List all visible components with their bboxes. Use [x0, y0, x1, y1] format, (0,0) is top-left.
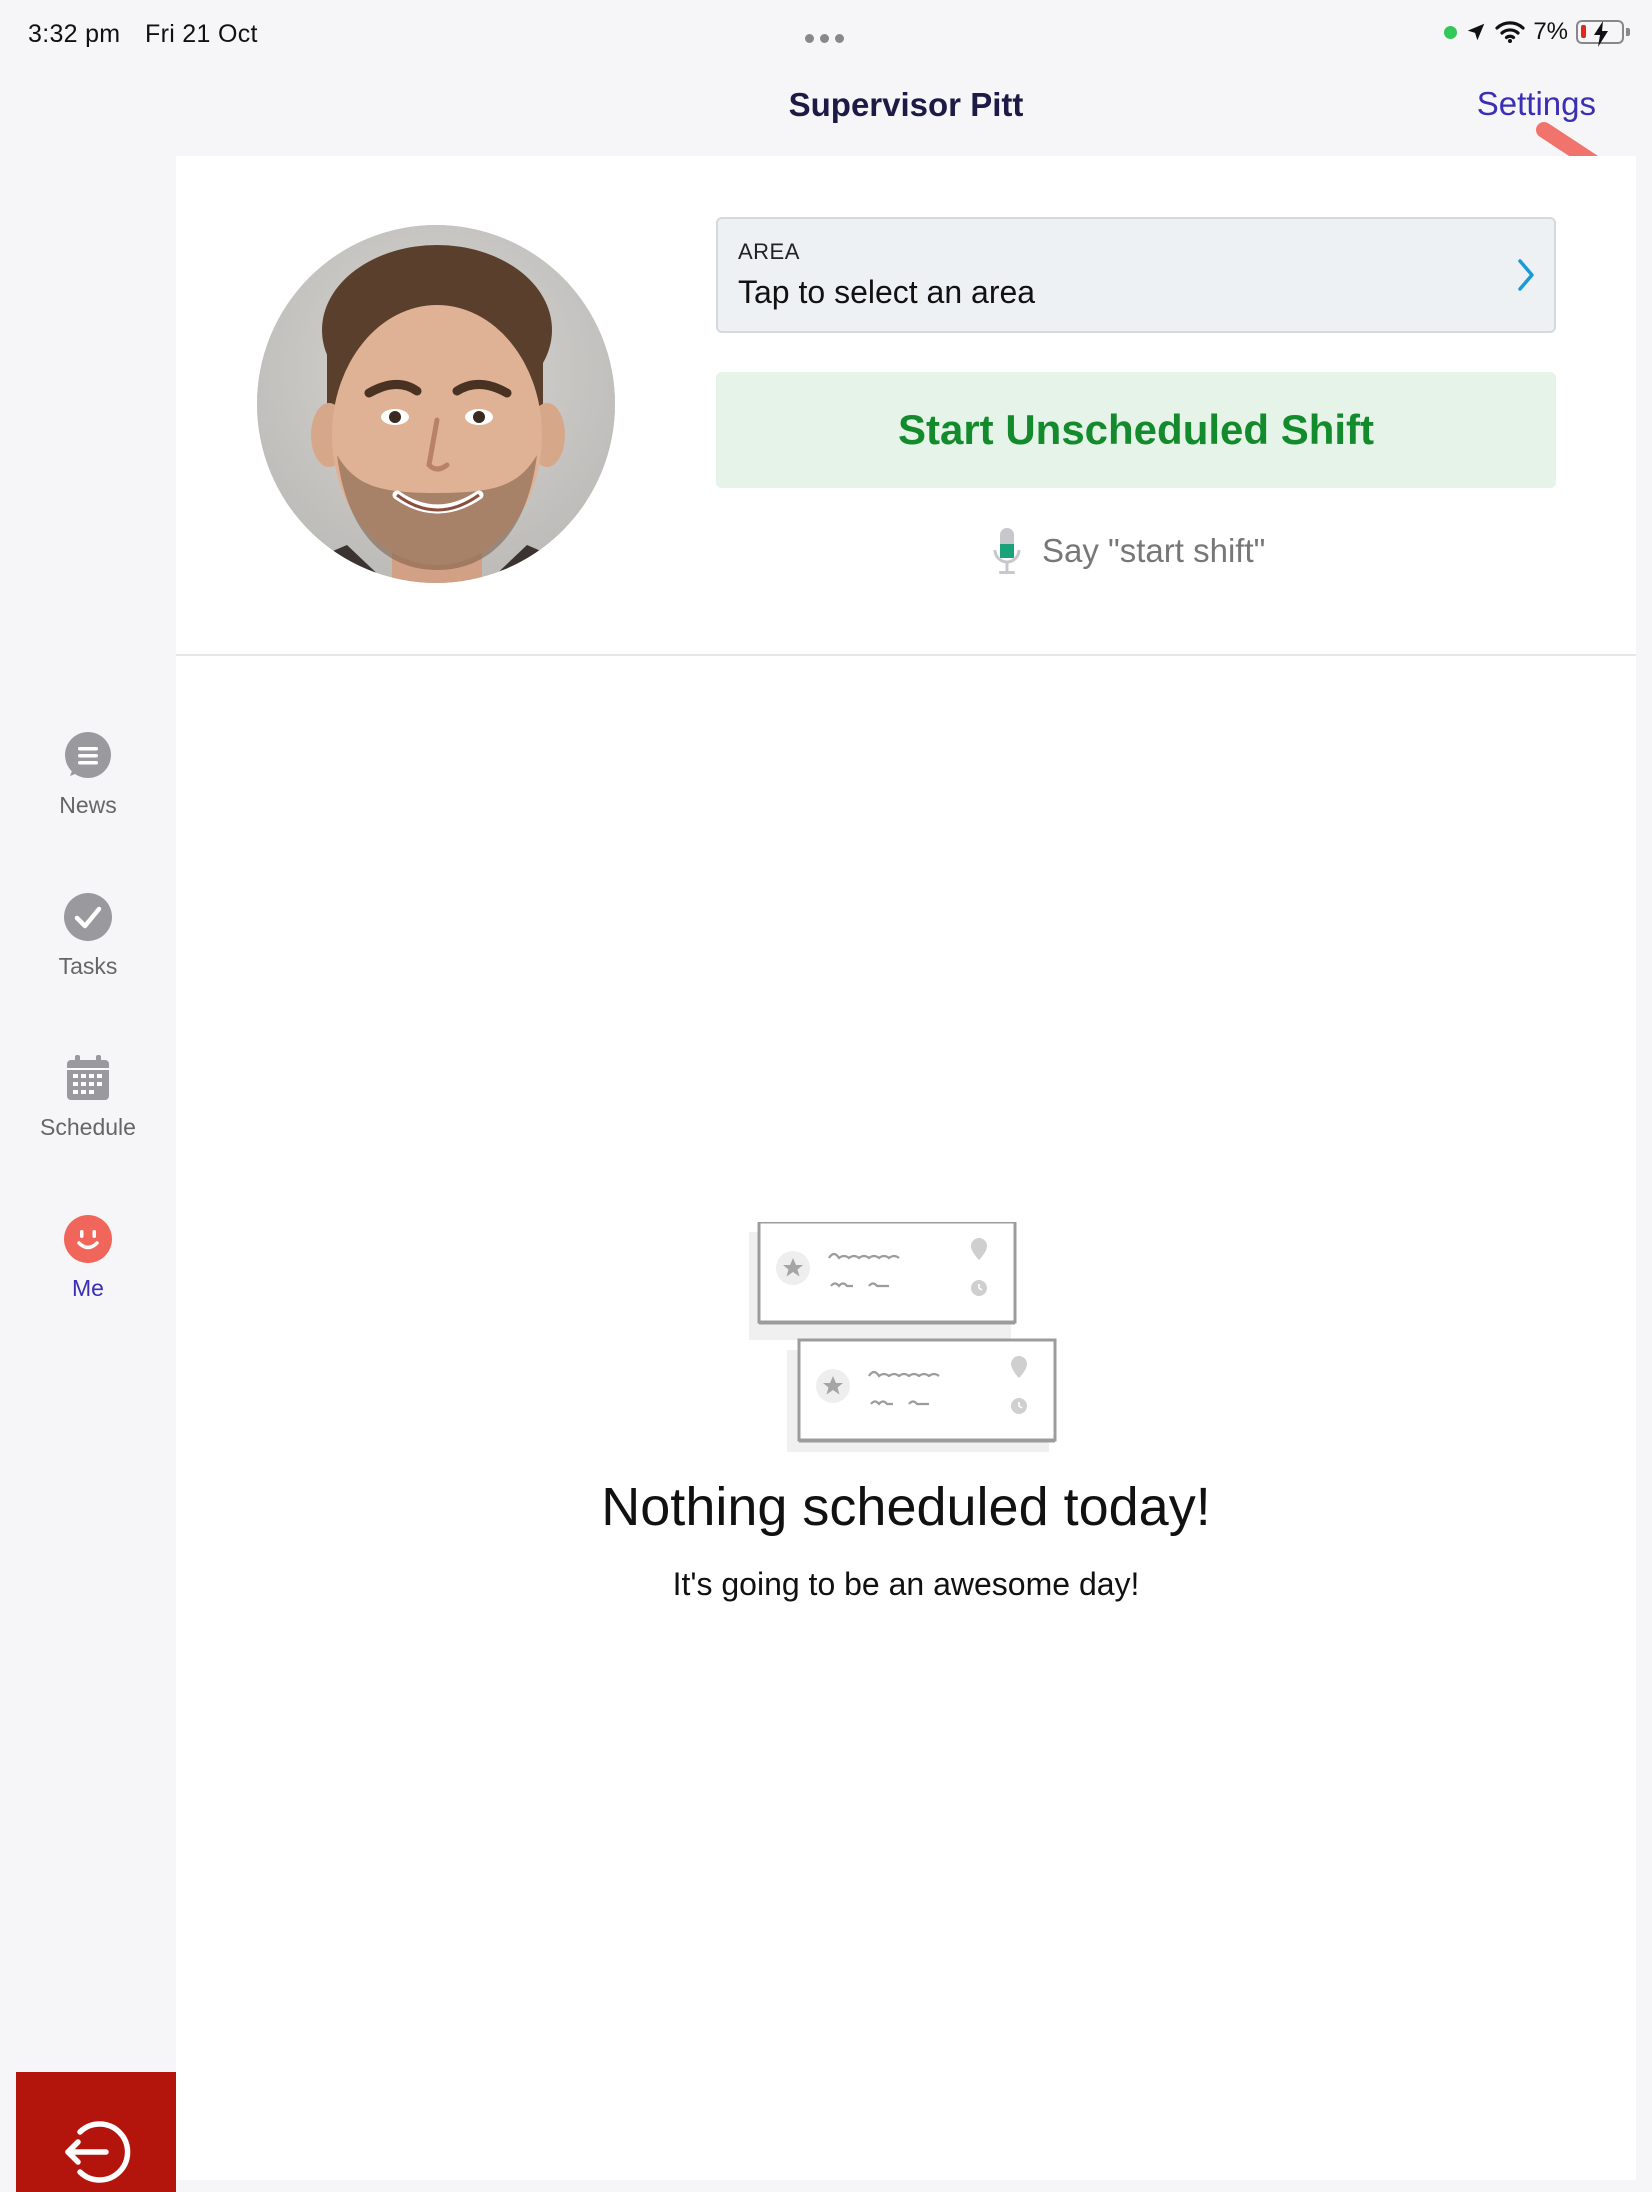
- sidebar-item-schedule[interactable]: Schedule: [0, 1054, 176, 1141]
- start-unscheduled-shift-button[interactable]: Start Unscheduled Shift: [716, 372, 1556, 488]
- check-icon: [64, 893, 112, 941]
- news-icon: [64, 732, 112, 780]
- sidebar-item-label: Schedule: [40, 1114, 136, 1140]
- sidebar-item-tasks[interactable]: Tasks: [0, 893, 176, 980]
- status-indicators: 7%: [1444, 18, 1630, 47]
- voice-hint-text: Say "start shift": [1042, 532, 1266, 569]
- location-icon: [1468, 23, 1485, 41]
- chevron-right-icon: [1518, 259, 1534, 291]
- microphone-icon: [993, 528, 1021, 574]
- status-time: 3:32 pm: [28, 20, 121, 48]
- wifi-icon: [1495, 21, 1525, 43]
- sidebar: News Tasks Schedule Me: [0, 56, 176, 2192]
- top-nav-bar: Supervisor Pitt Settings: [176, 56, 1636, 254]
- sidebar-item-label: Tasks: [58, 953, 118, 979]
- empty-state-subtitle: It's going to be an awesome day!: [672, 1566, 1140, 1602]
- app-screen: 3:32 pm Fri 21 Oct 7% News Tasks Schedul…: [0, 0, 1652, 2192]
- divider: [176, 654, 1636, 656]
- area-label: AREA: [738, 239, 800, 264]
- sidebar-item-label: News: [59, 792, 117, 818]
- status-date: Fri 21 Oct: [145, 20, 258, 48]
- me-panel: AREA Tap to select an area Start Unsched…: [176, 156, 1636, 2180]
- logout-icon: [65, 2121, 131, 2183]
- sidebar-item-me[interactable]: Me: [0, 1215, 176, 1302]
- empty-schedule-illustration: [749, 1222, 1057, 1452]
- calendar-icon: [64, 1054, 112, 1102]
- empty-state-title: Nothing scheduled today!: [601, 1477, 1211, 1537]
- avatar: [257, 225, 615, 583]
- voice-command-hint[interactable]: Say "start shift": [992, 526, 1265, 576]
- battery-charging-icon: [1576, 20, 1630, 47]
- camera-indicator-icon: [1444, 25, 1458, 39]
- smiley-icon: [64, 1215, 112, 1263]
- battery-percent: 7%: [1533, 18, 1568, 45]
- status-bar: 3:32 pm Fri 21 Oct 7%: [0, 0, 1652, 56]
- logout-button[interactable]: [16, 2072, 176, 2192]
- sidebar-item-label: Me: [72, 1275, 104, 1301]
- multitasking-dots-icon[interactable]: [805, 34, 844, 43]
- sidebar-item-news[interactable]: News: [0, 732, 176, 819]
- area-selector[interactable]: AREA Tap to select an area: [716, 217, 1556, 333]
- area-value: Tap to select an area: [738, 274, 1036, 310]
